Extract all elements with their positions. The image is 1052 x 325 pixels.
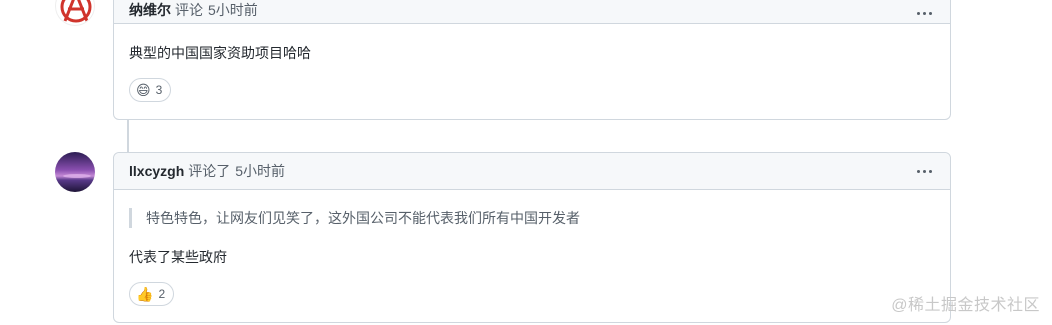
comment-action: 评论 — [175, 2, 203, 18]
reaction-count: 2 — [158, 287, 166, 301]
avatar[interactable] — [55, 152, 95, 192]
anarchy-avatar-icon — [60, 0, 92, 23]
more-options-icon[interactable] — [916, 164, 934, 178]
comment-body: 代表了某些政府 — [129, 249, 227, 265]
reaction-button[interactable]: 😄 3 — [129, 78, 172, 102]
block-quote: 特色特色，让网友们见笑了，这外国公司不能代表我们所有中国开发者 — [129, 208, 580, 228]
comment-author[interactable]: 纳维尔 — [129, 0, 171, 20]
avatar[interactable] — [55, 0, 95, 26]
reaction-count: 3 — [155, 83, 163, 97]
timeline-connector — [127, 119, 129, 153]
comment-header: 纳维尔 评论 5小时前 — [114, 0, 950, 24]
reaction-button[interactable]: 👍 2 — [129, 282, 175, 306]
comment-timestamp[interactable]: 5小时前 — [208, 0, 258, 20]
comment-action: 评论了 — [188, 163, 231, 179]
comment-card: llxcyzgh 评论了 5小时前 特色特色，让网友们见笑了，这外国公司不能代表… — [113, 152, 951, 323]
watermark: @稀土掘金技术社区 — [891, 297, 1040, 314]
comment-timestamp[interactable]: 5小时前 — [235, 161, 285, 181]
comment-header: llxcyzgh 评论了 5小时前 — [114, 153, 950, 190]
sunset-avatar-icon — [55, 152, 95, 192]
comment-card: 纳维尔 评论 5小时前 典型的中国国家资助项目哈哈 😄 3 — [113, 0, 951, 120]
thumbs-up-emoji-icon: 👍 — [136, 286, 154, 302]
laugh-emoji-icon: 😄 — [136, 82, 151, 98]
comment-body: 典型的中国国家资助项目哈哈 — [129, 45, 311, 61]
more-options-icon[interactable] — [916, 6, 934, 20]
comment-author[interactable]: llxcyzgh — [129, 163, 184, 179]
